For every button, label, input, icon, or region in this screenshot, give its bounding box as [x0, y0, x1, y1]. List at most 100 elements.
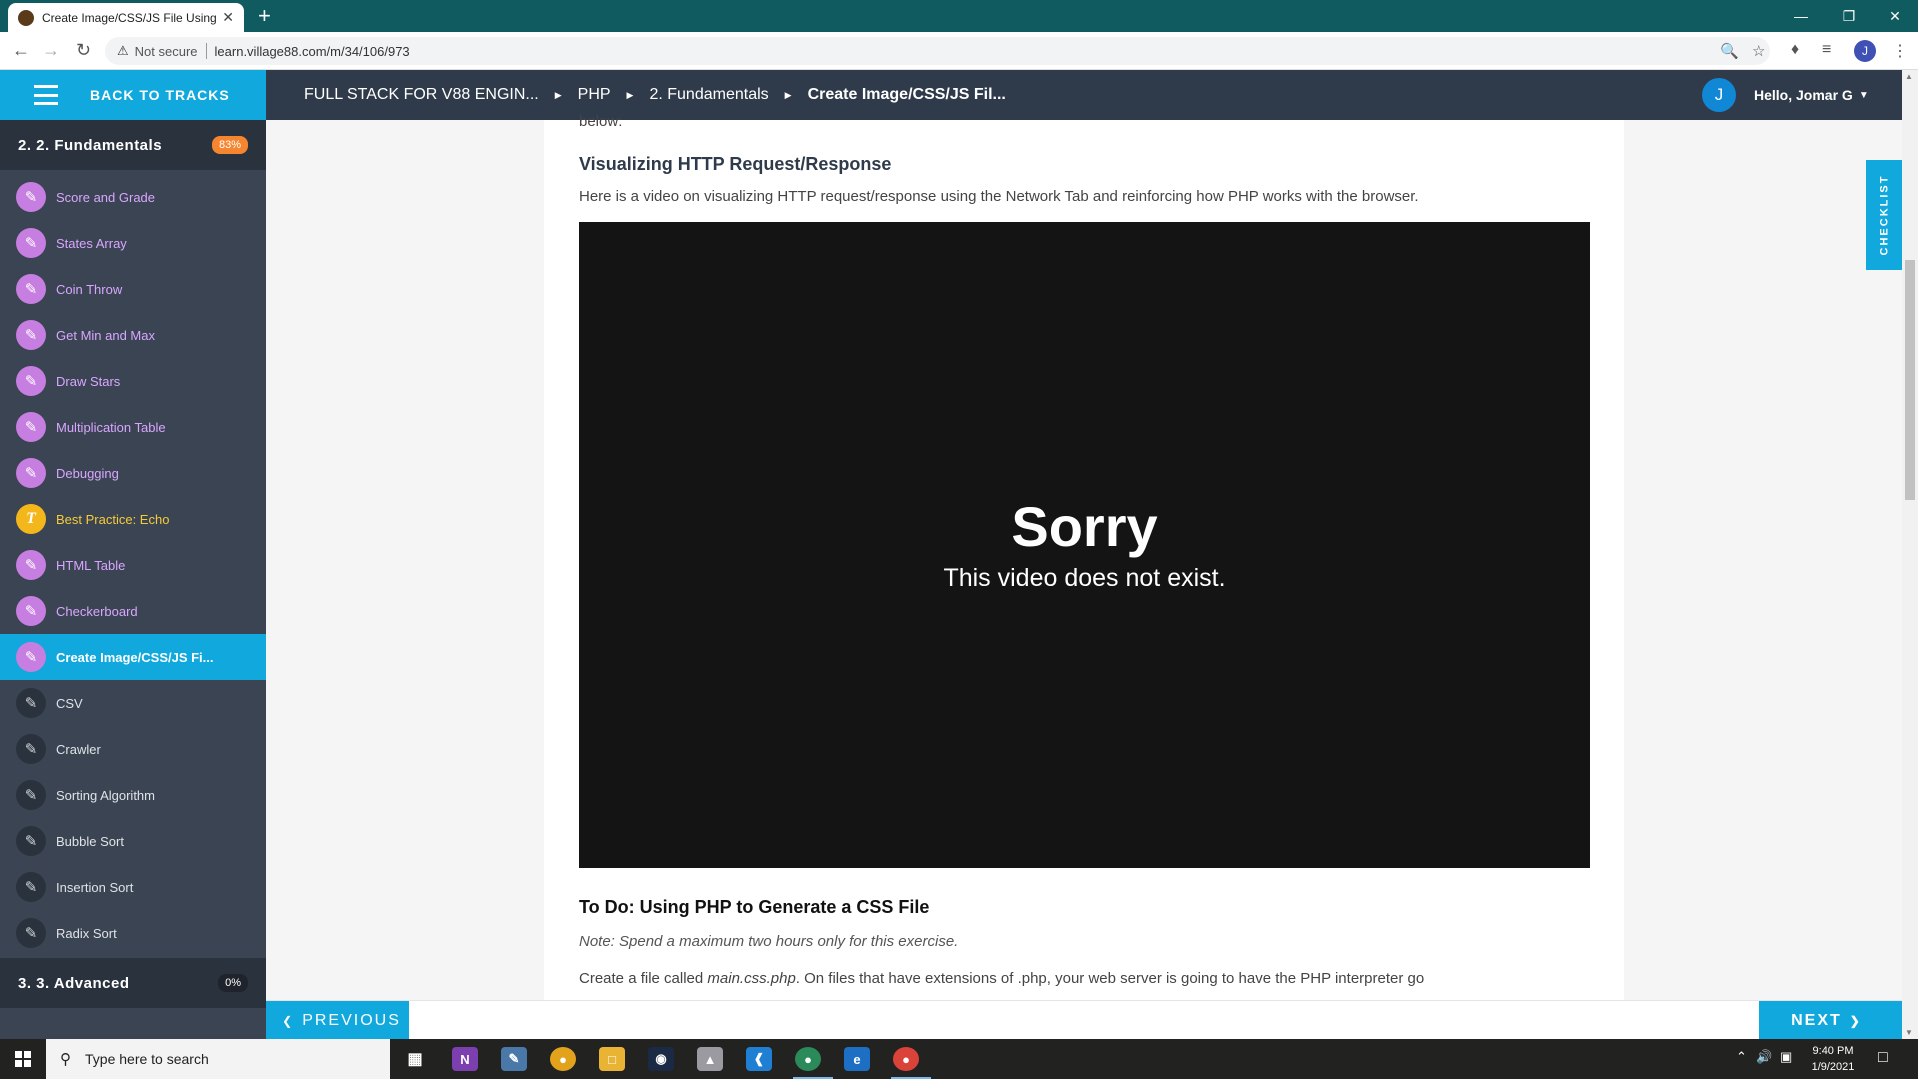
pencil-icon: ✎ — [16, 182, 46, 212]
pencil-icon: ✎ — [16, 550, 46, 580]
progress-badge: 0% — [218, 974, 248, 992]
village88-favicon-icon — [18, 9, 34, 26]
checklist-label: CHECKLIST — [1878, 174, 1891, 256]
instruction-paragraph: Create a file called main.css.php. On fi… — [579, 970, 1424, 987]
sidebar-item[interactable]: ✎ Debugging — [0, 450, 266, 496]
note-text: Note: Spend a maximum two hours only for… — [579, 933, 959, 950]
forward-arrow-icon[interactable]: → — [42, 40, 60, 61]
tray-chevron-icon[interactable]: ⌃ — [1736, 1049, 1747, 1065]
network-icon[interactable]: ▣ — [1780, 1049, 1792, 1065]
previous-button[interactable]: ❮ PREVIOUS — [266, 1001, 409, 1040]
sidebar-item[interactable]: ✎ Coin Throw — [0, 266, 266, 312]
checklist-tab[interactable]: CHECKLIST — [1866, 160, 1902, 270]
back-arrow-icon[interactable]: ← — [12, 40, 30, 61]
reload-icon[interactable]: ↻ — [76, 40, 91, 61]
chrome-profile-icon[interactable]: ● — [795, 1047, 821, 1071]
breadcrumb-chapter[interactable]: 2. Fundamentals — [649, 86, 768, 104]
sidebar-item-label: Multiplication Table — [56, 419, 166, 435]
sidebar-item[interactable]: ✎ Score and Grade — [0, 174, 266, 220]
zoom-icon[interactable]: 🔍 — [1720, 42, 1739, 60]
sidebar-item[interactable]: ✎ Draw Stars — [0, 358, 266, 404]
breadcrumb-track[interactable]: FULL STACK FOR V88 ENGIN... — [304, 86, 539, 104]
progress-badge: 83% — [211, 136, 248, 154]
clock-time: 9:40 PM — [1812, 1045, 1854, 1057]
sidebar-item[interactable]: ✎ Bubble Sort — [0, 818, 266, 864]
sidebar-item-label: Score and Grade — [56, 189, 156, 205]
chrome-alt-icon[interactable]: ● — [893, 1047, 919, 1071]
paragraph-fragment: below: — [579, 113, 623, 130]
sidebar-item[interactable]: ✎ HTML Table — [0, 542, 266, 588]
sidebar-item[interactable]: ✎ CSV — [0, 680, 266, 726]
chrome-icon[interactable]: ● — [550, 1047, 576, 1071]
user-menu[interactable]: J Hello, Jomar G ▼ — [1702, 78, 1869, 112]
sidebar-section-fundamentals[interactable]: 2. 2. Fundamentals 83% — [0, 120, 266, 170]
caret-right-icon: ▶ — [784, 89, 792, 100]
url-text[interactable]: learn.village88.com/m/34/106/973 — [215, 44, 410, 59]
start-button[interactable] — [0, 1039, 46, 1079]
scroll-down-icon[interactable]: ▼ — [1905, 1028, 1913, 1037]
address-bar[interactable]: ⚠ Not secure learn.village88.com/m/34/10… — [105, 37, 1770, 65]
menu-dots-icon[interactable]: ⋮ — [1892, 41, 1908, 61]
sidebar-item[interactable]: T Best Practice: Echo — [0, 496, 266, 542]
pencil-icon: ✎ — [16, 826, 46, 856]
sidebar-item[interactable]: ✎ Multiplication Table — [0, 404, 266, 450]
section-title: 2. 2. Fundamentals — [18, 136, 163, 154]
pencil-icon: ✎ — [16, 596, 46, 626]
restore-icon[interactable]: ❐ — [1826, 0, 1872, 32]
sidebar-item[interactable]: ✎ Get Min and Max — [0, 312, 266, 358]
pencil-icon: ✎ — [16, 688, 46, 718]
sidebar-item[interactable]: ✎ Insertion Sort — [0, 864, 266, 910]
section-heading: Visualizing HTTP Request/Response — [579, 154, 892, 174]
reading-list-icon[interactable]: ≡ — [1822, 41, 1831, 59]
sidebar-item-label: Draw Stars — [56, 373, 121, 389]
onenote-icon[interactable]: N — [452, 1047, 478, 1071]
sidebar-item[interactable]: ✎ Crawler — [0, 726, 266, 772]
pencil-icon: ✎ — [16, 918, 46, 948]
sidebar-item-label: Coin Throw — [56, 281, 123, 297]
profile-avatar[interactable]: J — [1854, 40, 1876, 62]
hamburger-menu-icon[interactable] — [34, 85, 58, 105]
notepad-icon[interactable]: ✎ — [501, 1047, 527, 1071]
close-icon[interactable]: ✕ — [222, 9, 234, 26]
sidebar-item[interactable]: ✎ Checkerboard — [0, 588, 266, 634]
next-label: NEXT — [1791, 1011, 1842, 1029]
windows-logo-icon — [15, 1051, 31, 1067]
task-view-icon[interactable]: ▦ — [402, 1047, 428, 1071]
back-to-tracks-button[interactable]: BACK TO TRACKS — [0, 70, 266, 120]
scroll-up-icon[interactable]: ▲ — [1905, 72, 1913, 81]
instruction-suffix: . On files that have extensions of .php,… — [795, 970, 1425, 987]
steam-icon[interactable]: ◉ — [648, 1047, 674, 1071]
scrollbar-thumb[interactable] — [1905, 260, 1915, 500]
new-tab-button[interactable]: + — [258, 4, 271, 28]
sidebar-section-advanced[interactable]: 3. 3. Advanced 0% — [0, 958, 266, 1008]
chevron-down-icon[interactable]: ▼ — [1859, 90, 1869, 101]
internet-explorer-icon[interactable]: e — [844, 1047, 870, 1071]
sidebar-item-label: CSV — [56, 695, 83, 711]
file-explorer-icon[interactable]: □ — [599, 1047, 625, 1071]
browser-toolbar: ← → ↻ ⚠ Not secure learn.village88.com/m… — [0, 32, 1918, 70]
close-window-icon[interactable]: ✕ — [1872, 0, 1918, 32]
user-greeting[interactable]: Hello, Jomar G — [1754, 87, 1853, 103]
sidebar-item[interactable]: ✎ Create Image/CSS/JS Fi... — [0, 634, 266, 680]
extensions-puzzle-icon[interactable]: ♦ — [1791, 41, 1799, 59]
breadcrumb-course[interactable]: PHP — [578, 86, 611, 104]
video-player[interactable]: Sorry This video does not exist. — [579, 222, 1590, 868]
taskbar-search[interactable]: ⚲ Type here to search — [46, 1039, 390, 1079]
notifications-icon[interactable]: □ — [1878, 1049, 1888, 1067]
windows-taskbar: ⚲ Type here to search ▦ N ✎ ● □ ◉ ▲ ❰ ● … — [0, 1039, 1918, 1079]
sidebar-item[interactable]: ✎ States Array — [0, 220, 266, 266]
browser-tab[interactable]: Create Image/CSS/JS File Using P ✕ — [8, 3, 244, 32]
system-clock[interactable]: 9:40 PM 1/9/2021 — [1808, 1043, 1858, 1075]
volume-icon[interactable]: 🔊 — [1756, 1049, 1772, 1065]
bookmark-star-icon[interactable]: ☆ — [1752, 42, 1765, 60]
scrollbar[interactable]: ▲ ▼ — [1902, 70, 1918, 1039]
pencil-icon: ✎ — [16, 320, 46, 350]
next-button[interactable]: NEXT ❯ — [1759, 1001, 1902, 1040]
vscode-icon[interactable]: ❰ — [746, 1047, 772, 1071]
game-app-icon[interactable]: ▲ — [697, 1047, 723, 1071]
sidebar-item[interactable]: ✎ Radix Sort — [0, 910, 266, 956]
sidebar-item[interactable]: ✎ Sorting Algorithm — [0, 772, 266, 818]
avatar[interactable]: J — [1702, 78, 1736, 112]
caret-right-icon: ▶ — [626, 89, 634, 100]
minimize-icon[interactable]: — — [1778, 0, 1824, 32]
